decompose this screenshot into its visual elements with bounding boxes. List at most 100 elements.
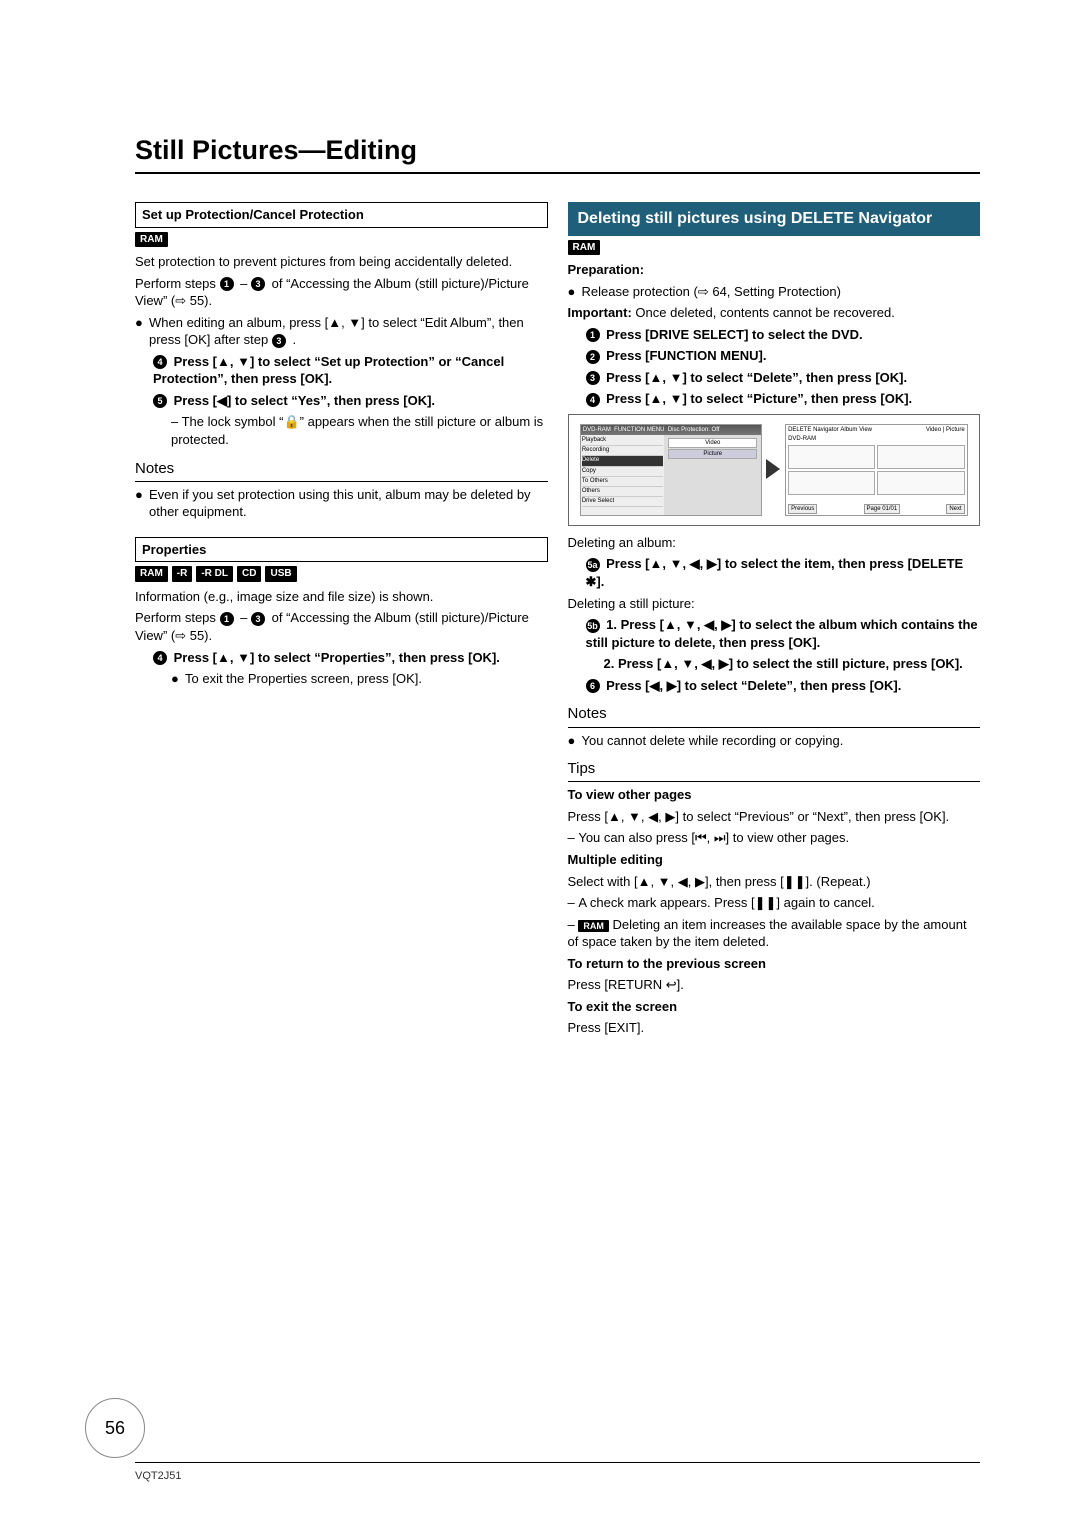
- multi3: – RAM Deleting an item increases the ava…: [568, 916, 981, 951]
- txt: Even if you set protection using this un…: [149, 486, 548, 521]
- badge-ram: RAM: [135, 232, 168, 248]
- menu-item: To Others: [582, 477, 663, 487]
- txt: Press [▲, ▼] to select “Set up Protectio…: [153, 354, 504, 387]
- edit-album-note: ● When editing an album, press [▲, ▼] to…: [135, 314, 548, 349]
- multi2: – A check mark appears. Press [❚❚] again…: [568, 894, 981, 912]
- protection-heading: Set up Protection/Cancel Protection: [135, 202, 548, 228]
- badge-ram: RAM: [568, 240, 601, 256]
- txt: Press [◀] to select “Yes”, then press [O…: [174, 393, 435, 408]
- page-number: 56: [85, 1398, 145, 1458]
- txt: FUNCTION MENU: [614, 427, 664, 433]
- step-4-icon: 4: [153, 355, 167, 369]
- exit-heading: To exit the screen: [568, 998, 981, 1016]
- protection-step5: 5 Press [◀] to select “Yes”, then press …: [153, 392, 548, 410]
- properties-perform: Perform steps 1 – 3 of “Accessing the Al…: [135, 609, 548, 644]
- protection-step4: 4 Press [▲, ▼] to select “Set up Protect…: [153, 353, 548, 388]
- tip-view1: Press [▲, ▼, ◀, ▶] to select “Previous” …: [568, 808, 981, 826]
- protection-note1: ● Even if you set protection using this …: [135, 486, 548, 521]
- step-3-icon: 3: [586, 371, 600, 385]
- title-rule: [135, 172, 980, 174]
- txt: To exit the Properties screen, press [OK…: [185, 670, 422, 688]
- step-4-icon: 4: [586, 393, 600, 407]
- del-step5b2: 2. Press [▲, ▼, ◀, ▶] to select the stil…: [604, 655, 981, 673]
- picture-button: Picture: [668, 449, 757, 459]
- prep-heading: Preparation:: [568, 261, 981, 279]
- prev-button: Previous: [788, 504, 817, 514]
- txt: A check mark appears. Press [❚❚] again t…: [578, 895, 874, 910]
- txt: Press [▲, ▼, ◀, ▶] to select the item, t…: [586, 556, 964, 589]
- content-columns: Set up Protection/Cancel Protection RAM …: [135, 202, 980, 1041]
- menu-item: Others: [582, 487, 663, 497]
- protection-intro: Set protection to prevent pictures from …: [135, 253, 548, 271]
- arrow-icon: [766, 459, 780, 479]
- badge-r: -R: [172, 566, 193, 582]
- step-3-icon: 3: [272, 334, 286, 348]
- del-step5b: 5b 1. Press [▲, ▼, ◀, ▶] to select the a…: [586, 616, 981, 651]
- right-column: Deleting still pictures using DELETE Nav…: [568, 202, 981, 1041]
- return-line: Press [RETURN ↩].: [568, 976, 981, 994]
- txt: Album View: [840, 427, 872, 433]
- del-step1: 1 Press [DRIVE SELECT] to select the DVD…: [586, 326, 981, 344]
- step-6-icon: 6: [586, 679, 600, 693]
- album-thumb: [788, 471, 875, 495]
- step-4-icon: 4: [153, 651, 167, 665]
- txt: Press [◀, ▶] to select “Delete”, then pr…: [606, 678, 901, 693]
- page-indicator: Page 01/01: [864, 504, 901, 514]
- txt: Deleting an item increases the available…: [568, 917, 967, 950]
- next-button: Next: [946, 504, 964, 514]
- badge-cd: CD: [237, 566, 261, 582]
- txt: –: [240, 610, 251, 625]
- document-page: Still Pictures—Editing Set up Protection…: [0, 0, 1080, 1528]
- return-heading: To return to the previous screen: [568, 955, 981, 973]
- del-step3: 3 Press [▲, ▼] to select “Delete”, then …: [586, 369, 981, 387]
- properties-info: Information (e.g., image size and file s…: [135, 588, 548, 606]
- txt: Perform steps: [135, 610, 220, 625]
- protection-badges: RAM: [135, 232, 548, 248]
- txt: DVD-RAM: [583, 427, 611, 433]
- page-title: Still Pictures—Editing: [135, 135, 980, 166]
- properties-step4: 4 Press [▲, ▼] to select “Properties”, t…: [153, 649, 548, 667]
- properties-exit: ● To exit the Properties screen, press […: [171, 670, 548, 688]
- step-3-icon: 3: [251, 612, 265, 626]
- txt: Press [▲, ▼] to select “Delete”, then pr…: [606, 370, 907, 385]
- left-column: Set up Protection/Cancel Protection RAM …: [135, 202, 548, 1041]
- delete-navigator-panel: DELETE Navigator Album View Video | Pict…: [785, 424, 968, 516]
- txt: When editing an album, press [▲, ▼] to s…: [149, 315, 524, 348]
- badge-usb: USB: [265, 566, 296, 582]
- album-thumb: [788, 445, 875, 469]
- txt: –: [240, 276, 251, 291]
- delete-note1: ● You cannot delete while recording or c…: [568, 732, 981, 750]
- txt: You can also press [⏮, ⏭] to view other …: [578, 830, 849, 845]
- menu-item-selected: Delete: [582, 456, 663, 466]
- txt: The lock symbol “🔒” appears when the sti…: [171, 414, 543, 447]
- step-3-icon: 3: [251, 277, 265, 291]
- video-button: Video: [668, 438, 757, 448]
- badge-ram: RAM: [135, 566, 168, 582]
- footer-rule: [135, 1462, 980, 1463]
- menu-item: Playback: [582, 436, 663, 446]
- multi-heading: Multiple editing: [568, 851, 981, 869]
- step-5-icon: 5: [153, 394, 167, 408]
- txt: You cannot delete while recording or cop…: [582, 732, 844, 750]
- album-thumb: [877, 445, 964, 469]
- step-1-icon: 1: [586, 328, 600, 342]
- menu-item: Copy: [582, 467, 663, 477]
- del-step2: 2 Press [FUNCTION MENU].: [586, 347, 981, 365]
- txt: 1. Press [▲, ▼, ◀, ▶] to select the albu…: [586, 617, 978, 650]
- txt: Release protection (⇨ 64, Setting Protec…: [582, 283, 841, 301]
- step-5a-icon: 5a: [586, 558, 600, 572]
- multi1: Select with [▲, ▼, ◀, ▶], then press [❚❚…: [568, 873, 981, 891]
- step-1-icon: 1: [220, 277, 234, 291]
- txt: Perform steps: [135, 276, 220, 291]
- function-menu-panel: DVD-RAM FUNCTION MENU Disc Protection: O…: [580, 424, 763, 516]
- protection-perform: Perform steps 1 – 3 of “Accessing the Al…: [135, 275, 548, 310]
- txt: Press [FUNCTION MENU].: [606, 348, 766, 363]
- exit-line: Press [EXIT].: [568, 1019, 981, 1037]
- badge-rdl: -R DL: [196, 566, 233, 582]
- step-1-icon: 1: [220, 612, 234, 626]
- deleting-album-label: Deleting an album:: [568, 534, 981, 552]
- important-line: Important: Once deleted, contents cannot…: [568, 304, 981, 322]
- screen-diagram: DVD-RAM FUNCTION MENU Disc Protection: O…: [568, 414, 981, 526]
- deleting-still-label: Deleting a still picture:: [568, 595, 981, 613]
- tip-view2: – You can also press [⏮, ⏭] to view othe…: [568, 829, 981, 847]
